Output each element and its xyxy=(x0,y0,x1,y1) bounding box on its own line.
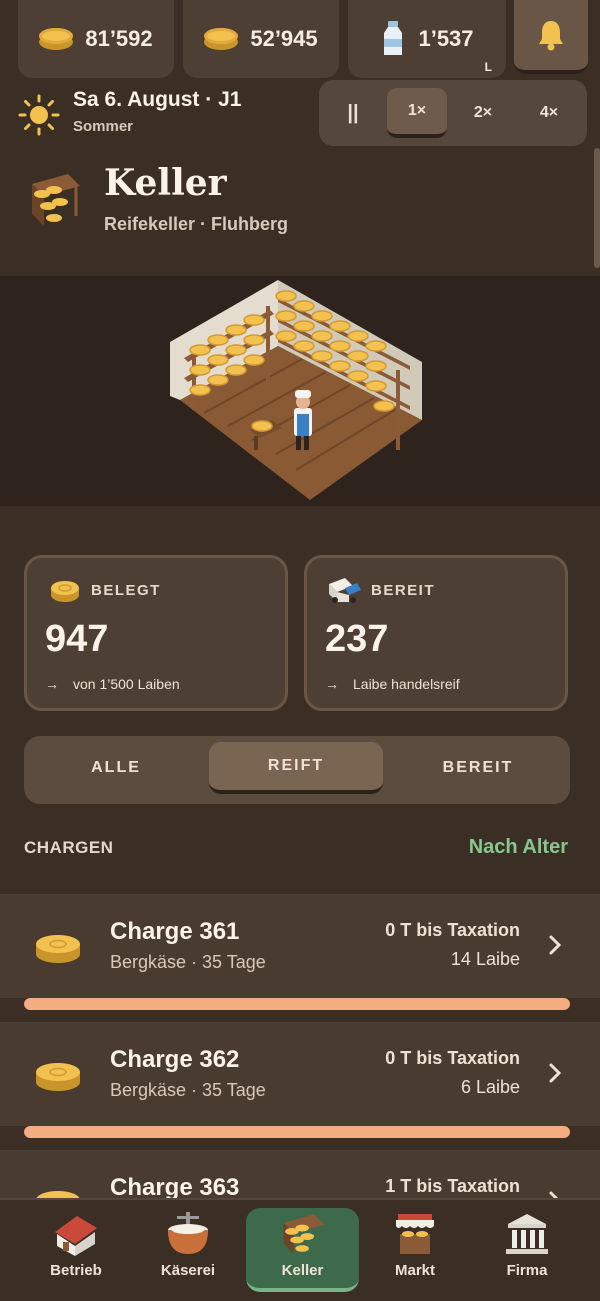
batch-taxation: 0 T bis Taxation xyxy=(385,1048,520,1068)
resource-cheese-wheels[interactable]: 81’592 xyxy=(18,0,174,78)
notifications-button[interactable] xyxy=(514,0,588,74)
stat-note-text: Laibe handelsreif xyxy=(353,676,460,692)
arrow-right-icon: → xyxy=(45,676,59,692)
nav-item-firma[interactable]: Firma xyxy=(472,1208,582,1292)
resource-milk[interactable]: 1’537 L xyxy=(348,0,506,78)
tab-maturing[interactable]: REIFT xyxy=(209,742,383,794)
nav-item-keller[interactable]: Keller xyxy=(246,1208,359,1292)
pause-button[interactable]: || xyxy=(325,88,381,138)
stat-card-ready[interactable]: BEREIT 237 → Laibe handelsreif xyxy=(304,555,568,711)
cheese-stack-icon xyxy=(204,28,239,50)
batch-count: 14 Laibe xyxy=(450,949,520,969)
batch-taxation: 0 T bis Taxation xyxy=(385,920,520,940)
cheese-shelf-icon xyxy=(282,1214,324,1254)
tab-all[interactable]: ALLE xyxy=(24,742,208,794)
nav-label: Betrieb xyxy=(50,1262,102,1279)
resource-value: 52’945 xyxy=(250,26,318,51)
market-stall-icon xyxy=(396,1214,434,1254)
speed-2x-button[interactable]: 2× xyxy=(453,88,513,138)
resource-bar: 81’592 52’945 1’537 L xyxy=(0,0,600,78)
nav-item-betrieb[interactable]: Betrieb xyxy=(21,1208,131,1292)
cheese-wheel-icon xyxy=(51,581,79,602)
batch-count: 6 Laibe xyxy=(460,1077,520,1097)
stat-value: 947 xyxy=(45,618,109,660)
batch-taxation: 1 T bis Taxation xyxy=(385,1176,520,1196)
game-speed-control: || 1× 2× 4× xyxy=(319,80,587,146)
stat-note: → von 1’500 Laiben xyxy=(45,676,180,692)
delivery-truck-icon xyxy=(329,578,361,603)
bank-building-icon xyxy=(506,1214,548,1254)
nav-item-kaeserei[interactable]: Käserei xyxy=(133,1208,243,1292)
batch-name: Charge 362 xyxy=(110,1046,240,1073)
progress-fill xyxy=(24,998,570,1010)
batch-progress-bar xyxy=(24,1126,570,1138)
nav-item-markt[interactable]: Markt xyxy=(360,1208,470,1292)
cellar-scene-image xyxy=(170,280,422,500)
cheese-wheel-icon xyxy=(39,28,74,50)
farmhouse-icon xyxy=(55,1216,97,1256)
cheese-kettle-icon xyxy=(168,1212,208,1254)
resource-cheese-stack[interactable]: 52’945 xyxy=(183,0,339,78)
bottom-navigation: Betrieb Käserei Keller Markt Firma xyxy=(0,1198,600,1301)
page-title: Keller xyxy=(104,162,227,204)
page-header: Keller Reifekeller · Fluhberg xyxy=(0,160,600,276)
tab-ready[interactable]: BEREIT xyxy=(386,742,570,794)
batch-row[interactable]: Charge 362 Bergkäse · 35 Tage 0 T bis Ta… xyxy=(0,1022,600,1126)
bell-icon xyxy=(539,21,563,51)
stat-value: 237 xyxy=(325,618,389,660)
date-display: Sa 6. August · J1 Sommer xyxy=(18,88,318,138)
current-date: Sa 6. August · J1 xyxy=(73,88,242,111)
cheese-shelf-icon xyxy=(32,174,80,226)
stat-note-text: von 1’500 Laiben xyxy=(73,676,180,692)
chevron-right-icon xyxy=(549,935,562,955)
stat-card-occupied[interactable]: BELEGT 947 → von 1’500 Laiben xyxy=(24,555,288,711)
page-subtitle: Reifekeller · Fluhberg xyxy=(104,214,289,234)
nav-label: Firma xyxy=(506,1262,548,1279)
progress-fill xyxy=(24,1126,570,1138)
milk-bottle-icon xyxy=(384,21,403,55)
chevron-right-icon xyxy=(549,1063,562,1083)
arrow-right-icon: → xyxy=(325,676,339,692)
sort-button[interactable]: Nach Alter xyxy=(469,836,568,859)
speed-1x-button[interactable]: 1× xyxy=(387,88,447,138)
speed-4x-button[interactable]: 4× xyxy=(519,88,579,138)
batch-info: Bergkäse · 35 Tage xyxy=(110,952,266,972)
batch-progress-bar xyxy=(24,998,570,1010)
stat-label: BEREIT xyxy=(371,582,436,599)
resource-unit: L xyxy=(484,60,492,74)
resource-value: 1’537 xyxy=(418,26,474,51)
nav-label: Käserei xyxy=(160,1262,216,1279)
nav-label: Keller xyxy=(281,1262,324,1279)
resource-value: 81’592 xyxy=(85,26,153,51)
batch-row[interactable]: Charge 361 Bergkäse · 35 Tage 0 T bis Ta… xyxy=(0,894,600,998)
current-season: Sommer xyxy=(73,118,134,135)
section-title: CHARGEN xyxy=(24,838,114,857)
batch-name: Charge 361 xyxy=(110,918,240,945)
cellar-illustration xyxy=(0,276,600,506)
batch-info: Bergkäse · 35 Tage xyxy=(110,1080,266,1100)
stat-note: → Laibe handelsreif xyxy=(325,676,460,692)
nav-label: Markt xyxy=(394,1262,435,1279)
filter-tabs: ALLE REIFT BEREIT xyxy=(24,736,570,804)
sun-icon xyxy=(18,94,60,136)
cheese-stack-icon xyxy=(36,1063,80,1091)
stat-label: BELEGT xyxy=(91,582,161,599)
cheese-stack-icon xyxy=(36,935,80,963)
